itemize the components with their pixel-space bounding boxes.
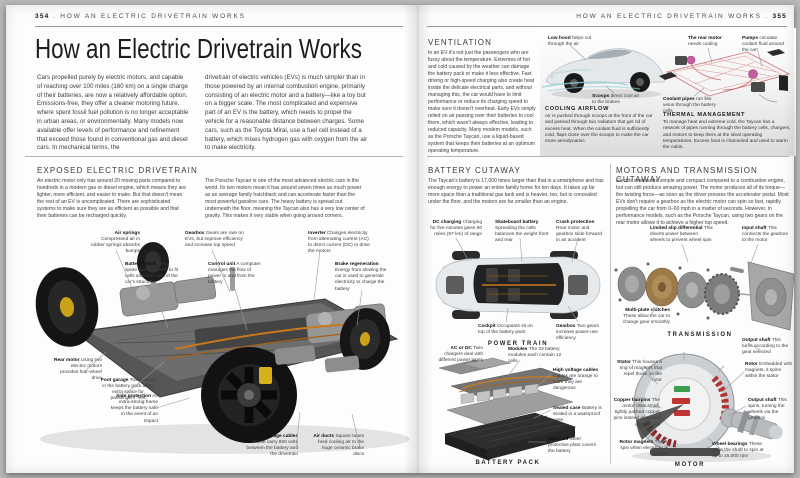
ventilation-body: In an EV it's not just the passengers wh…: [428, 50, 536, 155]
exposed-heading: EXPOSED ELECTRIC DRIVETRAIN: [37, 166, 198, 175]
thermal-management-caption: THERMAL MANAGEMENT To manage heat and ex…: [663, 112, 791, 152]
right-section-rule: [427, 156, 789, 157]
exposed-column-1: An electric motor only has around 20 mov…: [37, 178, 189, 220]
left-page-header: 354 . HOW AN ELECTRIC DRIVETRAIN WORKS: [35, 13, 246, 20]
callout-rotor-magnets: Rotor magnets These spin when electricit…: [618, 440, 668, 458]
right-page-header: HOW AN ELECTRIC DRIVETRAIN WORKS . 355: [576, 13, 787, 20]
callout-dc-charging: DC charging Charging for five minutes gi…: [430, 220, 482, 238]
callout-pumps: Pumps circulate coolant fluid around the…: [742, 36, 790, 54]
callout-multi-plate-clutches: Multi-plate clutches These allow the car…: [614, 308, 670, 326]
left-section-rule: [25, 156, 403, 157]
callout-low-hood: Low hood helps cut through the air: [548, 36, 592, 48]
thermal-management-heading: THERMAL MANAGEMENT: [663, 112, 791, 118]
callout-sealed-case: Sealed case Battery is sealed in a water…: [553, 406, 605, 424]
cooling-airflow-heading: COOLING AIRFLOW: [545, 106, 655, 112]
callout-rotor: Rotor Embedded with magnets, it spins wi…: [745, 362, 793, 380]
callout-modules: Modules The 33 battery modules each cont…: [508, 347, 568, 365]
callout-gearbox: Gearbox Gears are rare on EVs, but impro…: [185, 231, 245, 249]
header-separator: .: [765, 13, 769, 20]
cooling-airflow-caption: COOLING AIRFLOW Air is pushed through sc…: [545, 106, 655, 146]
callout-scoops: Scoops direct cool air to the brakes: [592, 94, 642, 106]
motor-label: MOTOR: [660, 462, 720, 468]
callout-brake-regeneration: Brake regeneration Energy from slowing t…: [335, 262, 393, 293]
thermal-management-body: To manage heat and extreme cold, the Tay…: [663, 120, 791, 152]
exposed-column-2: The Porsche Taycan is one of the most ad…: [205, 178, 367, 220]
right-header-title: HOW AN ELECTRIC DRIVETRAIN WORKS: [576, 13, 761, 20]
callout-motor-output-shaft: Output shaft This spins, turning the whe…: [748, 398, 794, 423]
callout-air-springs: Air springs Compressed air in rubber spr…: [88, 231, 140, 256]
left-page-number: 354: [35, 13, 49, 20]
callout-inverter: Inverter Changes electricity from altern…: [308, 231, 372, 256]
callout-air-ducts: Air ducts Square tubes feed cooling air …: [312, 434, 364, 459]
intro-column-1: Cars propelled purely by electric motors…: [37, 74, 190, 153]
book-spread-page: { "colors": { "cable_orange": "#c8791e",…: [0, 0, 800, 478]
cooling-airflow-body: Air is pushed through scoops at the fron…: [545, 114, 655, 146]
motors-body: Electric motors are simple and compact c…: [616, 178, 792, 227]
powertrain-topview-illustration: [428, 248, 608, 322]
callout-high-voltage-cables: High voltage cables These carry 800 volt…: [240, 434, 298, 459]
callout-powertrain-gearbox: Gearbox Two gears increase power-use eff…: [556, 324, 606, 342]
callout-cockpit: Cockpit Occupants sit on top of the batt…: [478, 324, 536, 336]
callout-battery-block: Battery block Every spare space is used …: [125, 262, 181, 287]
callout-skateboard-battery: Skateboard battery Spreading the cells b…: [495, 220, 551, 245]
callout-rear-motor-cooling: The rear motor needs cooling: [688, 36, 734, 48]
callout-copper-hairpins: Copper hairpins The motor uses small, ti…: [610, 398, 660, 429]
left-header-title: HOW AN ELECTRIC DRIVETRAIN WORKS: [60, 13, 245, 20]
callout-stator: Stator This houses a ring of magnets tha…: [616, 360, 662, 385]
callout-crash-protection: Crash protection Rear motor and gearbox …: [556, 220, 606, 245]
callout-control-unit: Control unit A computer manages the flow…: [208, 262, 262, 287]
ventilation-heading: VENTILATION: [428, 38, 492, 47]
transmission-label: TRANSMISSION: [655, 332, 745, 338]
right-page-number: 355: [773, 13, 787, 20]
callout-hard-cell: Hard cell Steel protective plate covers …: [548, 437, 602, 455]
callout-side-protection: Side protection An extra-strong frame ke…: [106, 394, 158, 425]
battery-cutaway-body: The Taycan's battery is 17,000 times lar…: [428, 178, 604, 206]
header-separator: .: [53, 13, 57, 20]
right-header-rule: [427, 26, 787, 27]
left-header-rule: [35, 26, 403, 27]
page-title: How an Electric Drivetrain Works: [35, 33, 362, 65]
battery-pack-label: BATTERY PACK: [428, 460, 588, 466]
intro-column-2: drivetrain of electric vehicles (EVs) is…: [205, 74, 369, 153]
callout-wheel-bearings: Wheel bearings These allow the shaft to …: [712, 442, 766, 460]
battery-cutaway-heading: BATTERY CUTAWAY: [428, 166, 521, 175]
callout-pack-high-voltage-cables: High voltage cables Cables are orange to…: [553, 368, 605, 393]
callout-rear-motor: Rear motor Using two electric motors pro…: [52, 358, 102, 383]
callout-ac-or-dc: AC or DC Twin chargers deal with differe…: [438, 346, 483, 364]
